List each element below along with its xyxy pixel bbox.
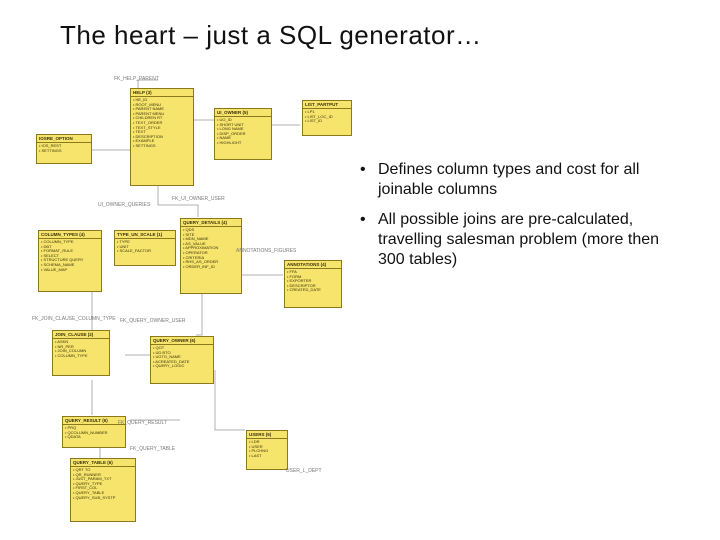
bullet-item: Defines column types and cost for all jo… bbox=[360, 160, 670, 200]
entity-iosre-option: IOSRE_OPTION • IOS_REST • SETTINGS bbox=[36, 134, 92, 164]
entity-header: TYPE_UN_SCALE (1) bbox=[115, 231, 175, 239]
rel-label: FK_QUERY_OWNER_USER bbox=[120, 318, 185, 324]
entity-list-partput: LIST_PARTPUT • LP1 • LIST_LOC_ID • LIST_… bbox=[302, 100, 352, 136]
entity-header: QUERY_TABLE (6) bbox=[71, 459, 135, 467]
entity-ui-owner: UI_OWNER (5) • UO_ID • SHORT UNIT • LONG… bbox=[214, 108, 272, 160]
rel-label: USER_L_DEPT bbox=[286, 468, 322, 474]
entity-header: UI_OWNER (5) bbox=[215, 109, 271, 117]
entity-header: USERS (5) bbox=[247, 431, 287, 439]
entity-annotations: ANNOTATIONS (4) • FFA • FORM • EXPORTER … bbox=[284, 260, 342, 308]
entity-column-types: COLUMN_TYPES (4) • COLUMN_TYPE • DBT • F… bbox=[38, 230, 102, 292]
entity-body: • UO_ID • SHORT UNIT • LONG NAME • DISP_… bbox=[215, 117, 271, 147]
entity-header: COLUMN_TYPES (4) bbox=[39, 231, 101, 239]
slide: The heart – just a SQL generator… Define… bbox=[0, 0, 720, 540]
rel-label: FK_UI_OWNER_USER bbox=[172, 196, 225, 202]
entity-body: • HE_ID • ROOT_MENU • PARENT NAME • PARE… bbox=[131, 97, 193, 150]
entity-body: • ASKN • NR_PER • JOIN_COLUMN • COLUMN_T… bbox=[53, 339, 109, 359]
entity-body: • QRT TO • QR_RUNNER • JUST_PARAM_TXT • … bbox=[71, 467, 135, 501]
entity-body: • LP1 • LIST_LOC_ID • LIST_ID bbox=[303, 109, 351, 125]
rel-label: UI_OWNER_QUERIES bbox=[98, 202, 150, 208]
entity-users: USERS (5) • LDR • USER • PLCHNG • LAST bbox=[246, 430, 288, 470]
entity-body: • QOT • UD BTO • UGTO_NAME • ACREATED_DA… bbox=[151, 345, 213, 370]
bullet-list: Defines column types and cost for all jo… bbox=[360, 160, 670, 280]
rel-label: FK_QUERY_RESULT bbox=[118, 420, 167, 426]
entity-header: LIST_PARTPUT bbox=[303, 101, 351, 109]
entity-body: • IOS_REST • SETTINGS bbox=[37, 143, 91, 154]
rel-label: FK_HELP_PARENT bbox=[114, 76, 159, 82]
entity-header: JOIN_CLAUSE (2) bbox=[53, 331, 109, 339]
rel-label: FK_QUERY_TABLE bbox=[130, 446, 175, 452]
entity-body: • COLUMN_TYPE • DBT • FORMAT_RULE • SELE… bbox=[39, 239, 101, 273]
entity-help: HELP (3) • HE_ID • ROOT_MENU • PARENT NA… bbox=[130, 88, 194, 186]
entity-header: QUERY_DETAILS (4) bbox=[181, 219, 241, 227]
entity-query-detail: QUERY_DETAILS (4) • QDS • SITE • MDN_NAM… bbox=[180, 218, 242, 294]
entity-type-un-scale: TYPE_UN_SCALE (1) • TYPE • UNIT • SCALE_… bbox=[114, 230, 176, 266]
entity-header: QUERY_OWNER (6) bbox=[151, 337, 213, 345]
entity-header: QUERY_RESULT (6) bbox=[63, 417, 125, 425]
entity-body: • LDR • USER • PLCHNG • LAST bbox=[247, 439, 287, 459]
entity-header: HELP (3) bbox=[131, 89, 193, 97]
entity-header: ANNOTATIONS (4) bbox=[285, 261, 341, 269]
slide-title: The heart – just a SQL generator… bbox=[60, 20, 482, 51]
entity-query-table: QUERY_TABLE (6) • QRT TO • QR_RUNNER • J… bbox=[70, 458, 136, 522]
rel-label: ANNOTATIONS_FIGURES bbox=[236, 248, 296, 254]
entity-body: • TYPE • UNIT • SCALE_FACTOR bbox=[115, 239, 175, 255]
entity-body: • QDS • SITE • MDN_NAME • AS_VALUE • APP… bbox=[181, 227, 241, 270]
entity-query-result: QUERY_RESULT (6) • PRQ • QCOLUMN_NUMBER … bbox=[62, 416, 126, 448]
entity-body: • PRQ • QCOLUMN_NUMBER • QDATA bbox=[63, 425, 125, 441]
entity-body: • FFA • FORM • EXPORTER • DESCRIPTOR • C… bbox=[285, 269, 341, 294]
bullet-item: All possible joins are pre-calculated, t… bbox=[360, 210, 670, 270]
rel-label: FK_JOIN_CLAUSE_COLUMN_TYPE bbox=[32, 316, 116, 322]
entity-header: IOSRE_OPTION bbox=[37, 135, 91, 143]
entity-join-clause: JOIN_CLAUSE (2) • ASKN • NR_PER • JOIN_C… bbox=[52, 330, 110, 376]
entity-query-owner: QUERY_OWNER (6) • QOT • UD BTO • UGTO_NA… bbox=[150, 336, 214, 384]
er-diagram: HELP (3) • HE_ID • ROOT_MENU • PARENT NA… bbox=[30, 70, 350, 525]
